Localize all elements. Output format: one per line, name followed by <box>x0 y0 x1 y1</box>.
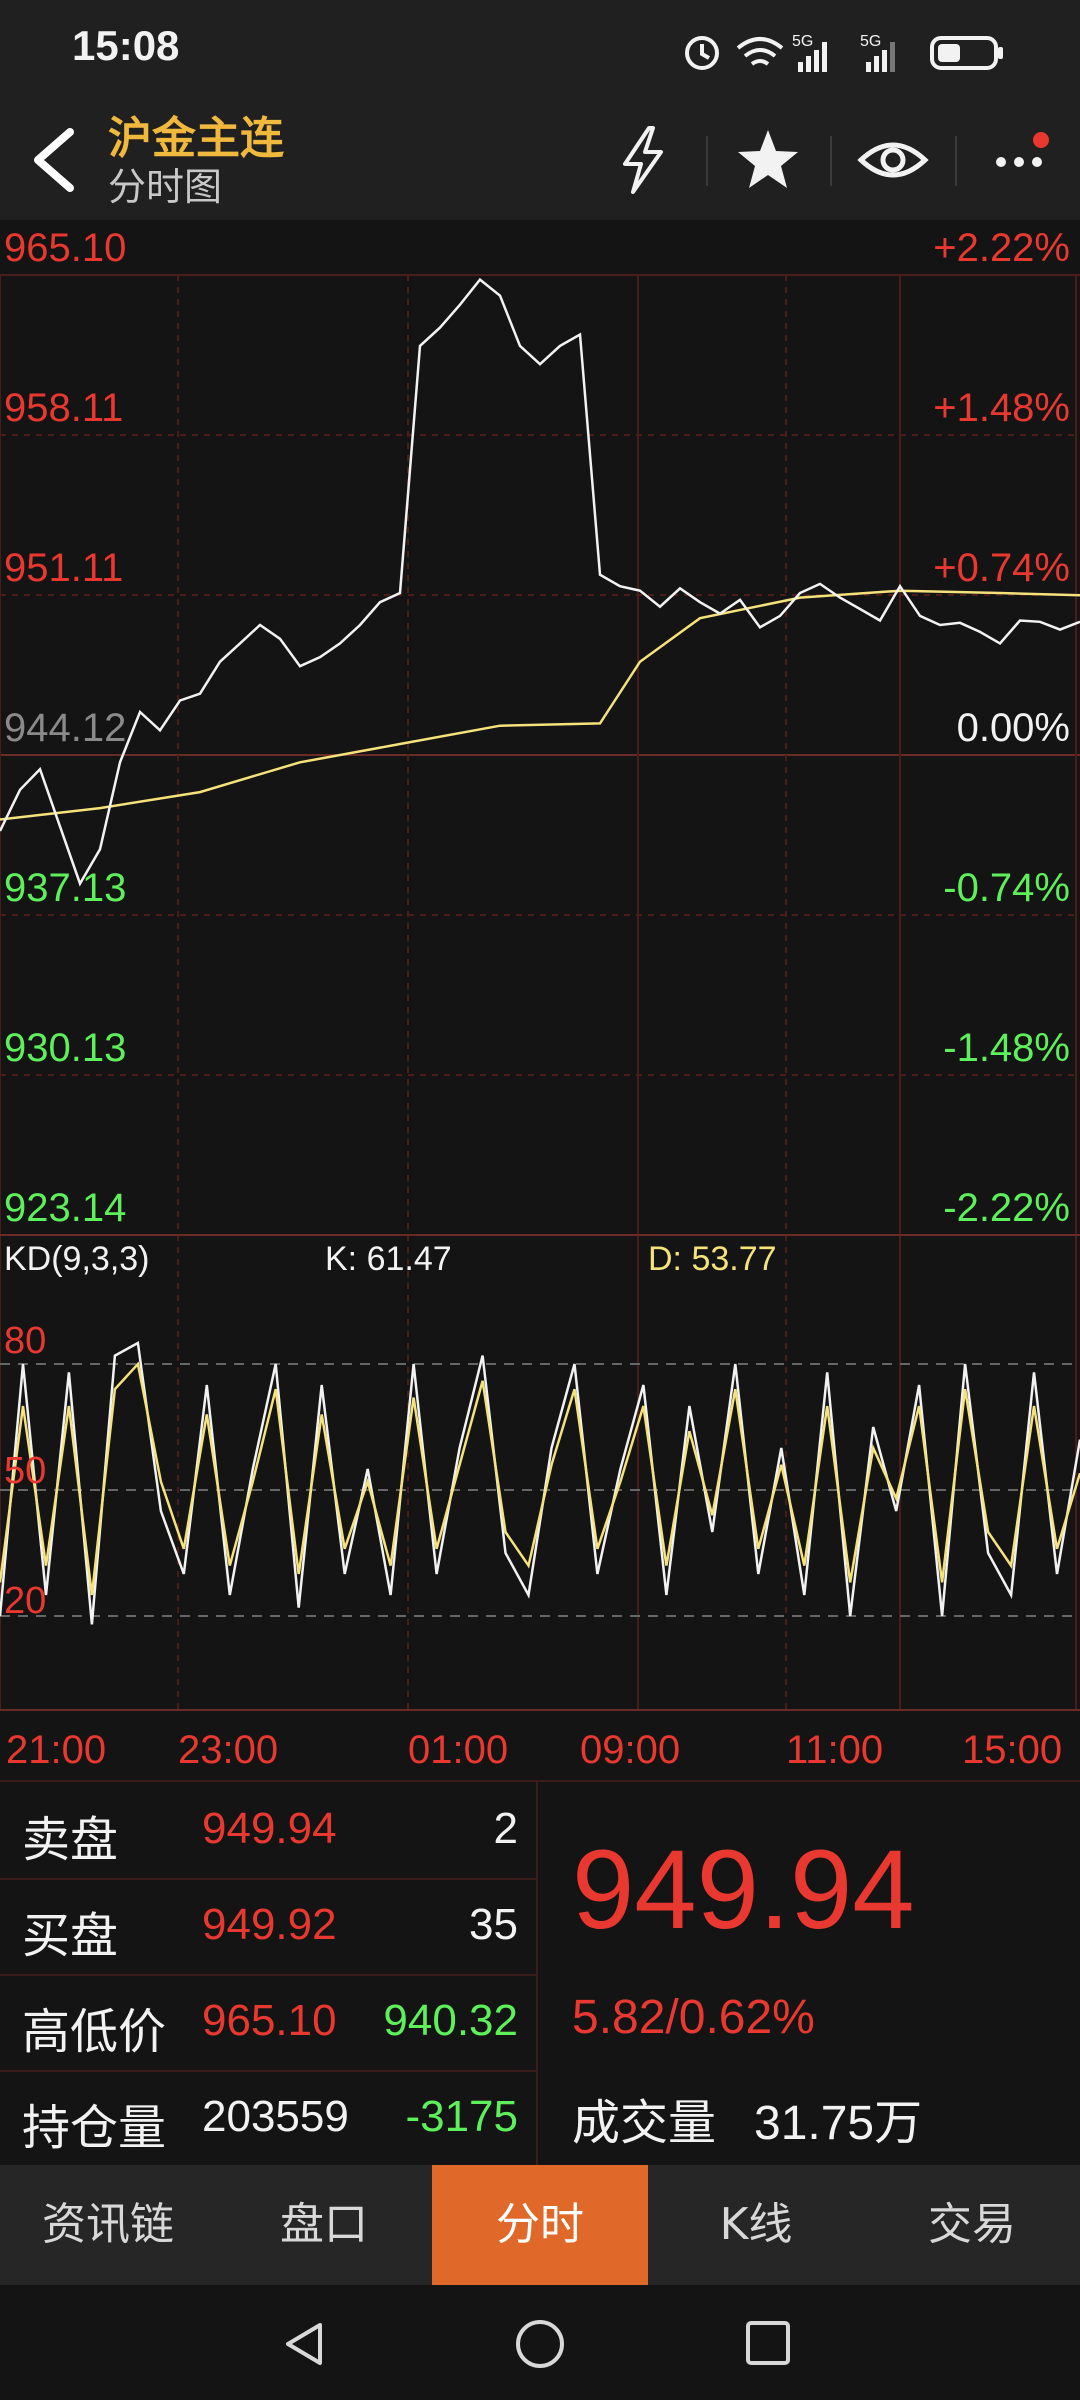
sell-label: 卖盘 <box>22 1812 119 1868</box>
pct-level-label: -0.74% <box>943 866 1070 910</box>
buy-row: 买盘 949.92 35 <box>0 1878 536 1976</box>
svg-text:5G: 5G <box>860 33 881 50</box>
price-level-label: 958.11 <box>4 386 124 430</box>
star-icon[interactable] <box>730 122 806 198</box>
pct-level-label: +0.74% <box>933 546 1070 590</box>
alarm-icon <box>685 36 719 70</box>
tab-bar: 资讯链 盘口 分时 K线 交易 <box>0 2165 1080 2285</box>
time-tick: 09:00 <box>580 1728 681 1772</box>
pct-level-label: -1.48% <box>943 1026 1070 1070</box>
tab-orderbook[interactable]: 盘口 <box>216 2165 432 2285</box>
high-low-row: 高低价 965.10 940.32 <box>0 1974 536 2072</box>
d-value: D: 53.77 <box>648 1240 777 1278</box>
avg-price-line <box>0 589 1080 821</box>
buy-price: 949.92 <box>202 1900 337 1949</box>
sell-row: 卖盘 949.94 2 <box>0 1782 536 1880</box>
page-subtitle: 分时图 <box>108 165 223 209</box>
kd-indicator-label: KD(9,3,3) <box>4 1240 150 1278</box>
time-tick: 15:00 <box>962 1728 1063 1772</box>
low-price: 940.32 <box>383 1996 518 2045</box>
back-icon[interactable] <box>20 120 90 200</box>
pct-level-label: +1.48% <box>933 386 1070 430</box>
last-price: 949.94 <box>572 1827 915 1952</box>
d-line <box>0 1361 1080 1596</box>
kd-level-label: 20 <box>4 1580 47 1622</box>
open-interest-row: 持仓量 203559 -3175 <box>0 2070 536 2166</box>
app-header: 沪金主连 分时图 <box>0 100 1080 220</box>
divider <box>955 136 957 186</box>
high-low-label: 高低价 <box>22 2004 167 2060</box>
price-line <box>0 277 1080 887</box>
nav-back-icon[interactable] <box>280 2319 330 2369</box>
open-interest-label: 持仓量 <box>22 2100 167 2156</box>
intraday-chart[interactable] <box>0 220 1080 1765</box>
sell-price: 949.94 <box>202 1804 337 1853</box>
open-interest-change: -3175 <box>405 2092 518 2141</box>
more-icon[interactable] <box>985 122 1061 198</box>
time-tick: 01:00 <box>408 1728 509 1772</box>
tab-intraday[interactable]: 分时 <box>432 2165 648 2285</box>
buy-label: 买盘 <box>22 1908 119 1964</box>
price-level-label: 965.10 <box>4 226 127 270</box>
volume-label: 成交量 <box>572 2095 717 2151</box>
price-level-label: 923.14 <box>4 1186 127 1230</box>
battery-icon <box>930 36 1003 70</box>
kd-level-label: 80 <box>4 1320 47 1362</box>
chart-grid <box>0 274 1080 1711</box>
nav-home-icon[interactable] <box>513 2317 567 2371</box>
time-tick: 23:00 <box>178 1728 279 1772</box>
time-tick: 11:00 <box>786 1728 884 1772</box>
price-change: 5.82/0.62% <box>572 1991 815 2044</box>
notification-dot-icon <box>1033 132 1049 148</box>
tab-news[interactable]: 资讯链 <box>0 2165 216 2285</box>
pct-level-label: -2.22% <box>943 1186 1070 1230</box>
chart-area: 965.10 958.11 951.11 944.12 937.13 930.1… <box>0 220 1080 1772</box>
nav-recents-icon[interactable] <box>744 2319 794 2369</box>
svg-text:5G: 5G <box>792 33 813 50</box>
price-level-label: 937.13 <box>4 866 127 910</box>
open-interest: 203559 <box>202 2092 349 2141</box>
buy-qty: 35 <box>469 1900 518 1949</box>
pct-level-label: +2.22% <box>933 226 1070 270</box>
signal-icon: 5G 5G <box>792 33 895 72</box>
high-price: 965.10 <box>202 1996 337 2045</box>
volume-value: 31.75万 <box>754 2097 923 2150</box>
system-nav-bar <box>0 2285 1080 2400</box>
divider <box>830 136 832 186</box>
lightning-icon[interactable] <box>605 122 681 198</box>
status-bar: 15:08 5G 5G <box>0 0 1080 100</box>
status-time: 15:08 <box>72 22 180 69</box>
pct-level-label: 0.00% <box>956 706 1070 750</box>
tab-trade[interactable]: 交易 <box>864 2165 1080 2285</box>
divider <box>706 136 708 186</box>
tab-kline[interactable]: K线 <box>648 2165 864 2285</box>
time-tick: 21:00 <box>6 1728 107 1772</box>
kd-level-label: 50 <box>4 1450 47 1492</box>
k-value: K: 61.47 <box>325 1240 452 1278</box>
divider <box>536 1780 538 2165</box>
status-icons: 5G 5G <box>685 33 1003 72</box>
kd-grid <box>0 1363 1080 1617</box>
price-level-label: 930.13 <box>4 1026 127 1070</box>
price-level-label: 951.11 <box>4 546 124 590</box>
sell-qty: 2 <box>493 1804 518 1853</box>
price-level-label: 944.12 <box>4 706 127 750</box>
eye-icon[interactable] <box>855 122 931 198</box>
wifi-icon <box>736 37 784 66</box>
